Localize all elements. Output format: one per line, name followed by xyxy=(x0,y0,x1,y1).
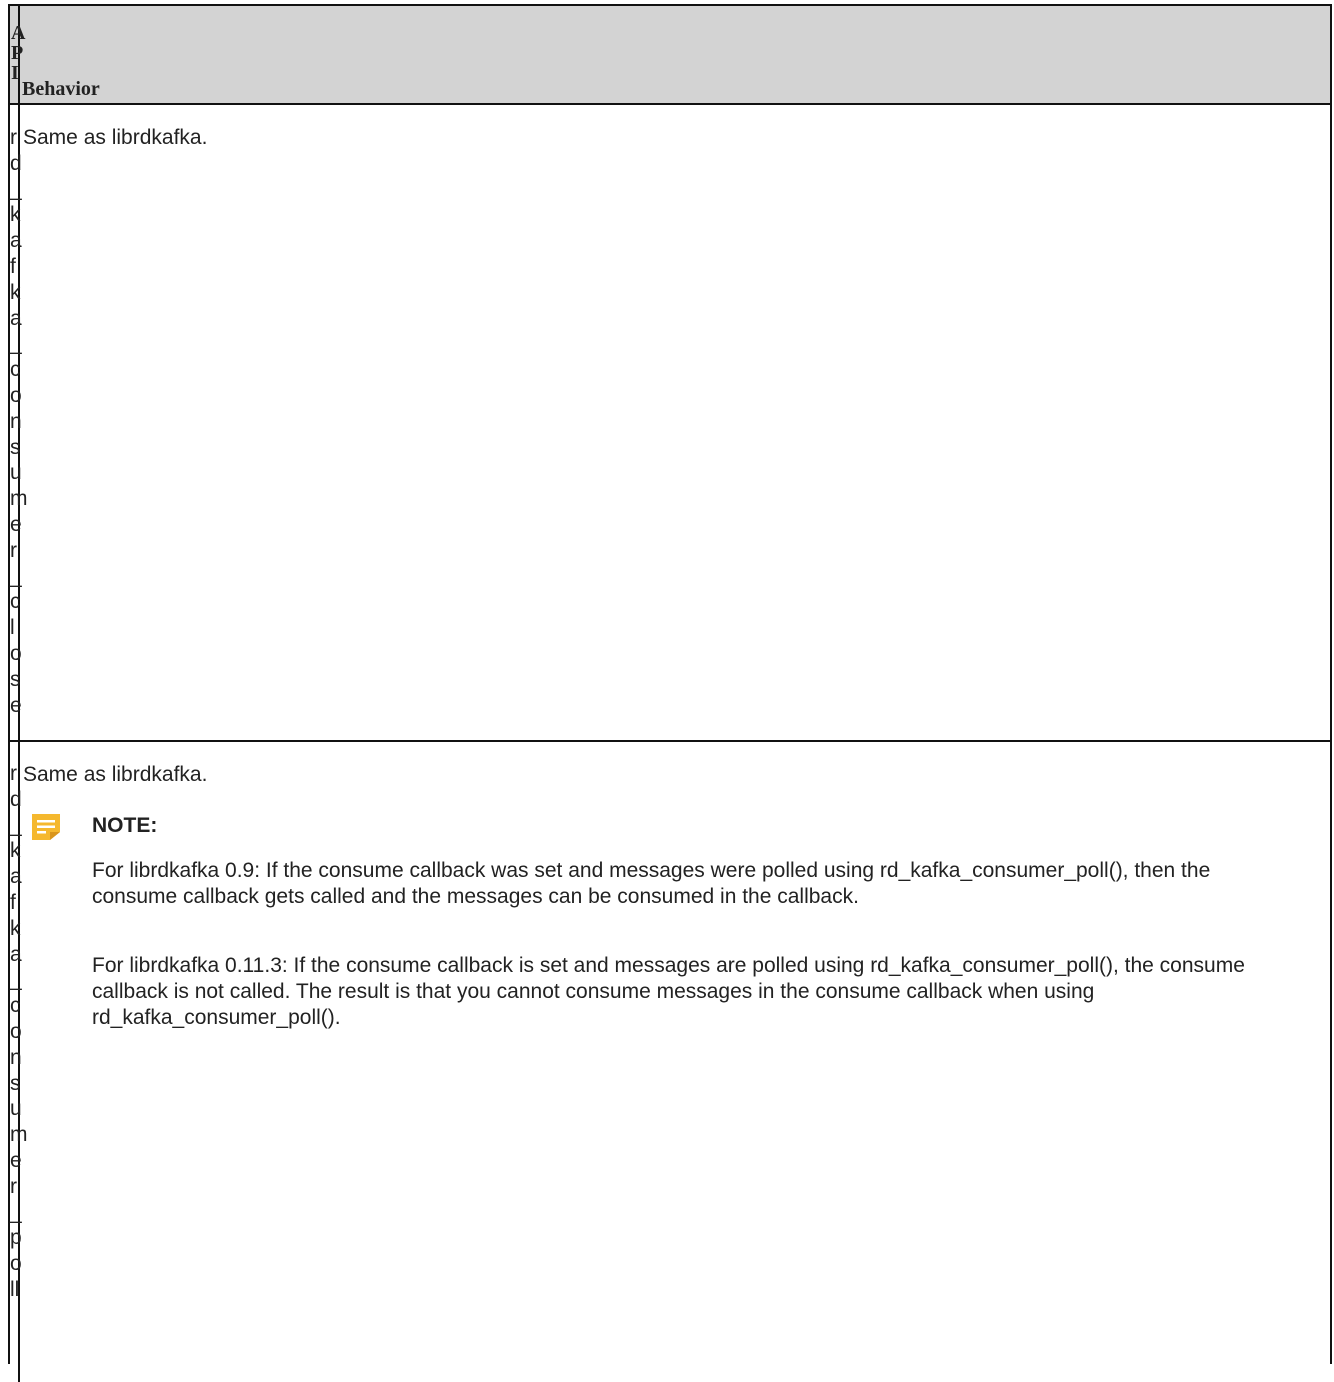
api-cell: rd_kafka_consumer_close xyxy=(10,126,28,717)
api-behavior-table: API Behavior rd_kafka_consumer_close Sam… xyxy=(8,4,1332,1382)
table-row: rd_kafka_consumer_close Same as librdkaf… xyxy=(10,105,1330,742)
table-row: rd_kafka_consumer_poll Same as librdkafk… xyxy=(10,742,1330,1382)
header-api: API xyxy=(11,22,26,84)
table-header: API Behavior xyxy=(10,6,1330,105)
note-paragraph: For librdkafka 0.9: If the consume callb… xyxy=(92,859,1211,908)
behavior-cell: Same as librdkafka. xyxy=(23,763,208,786)
note-title: NOTE: xyxy=(92,814,158,837)
note-icon xyxy=(32,814,60,840)
behavior-cell: Same as librdkafka. xyxy=(23,126,208,149)
api-cell: rd_kafka_consumer_poll xyxy=(10,762,28,1301)
header-behavior: Behavior xyxy=(22,78,100,100)
note-paragraph: For librdkafka 0.11.3: If the consume ca… xyxy=(92,954,1245,1029)
